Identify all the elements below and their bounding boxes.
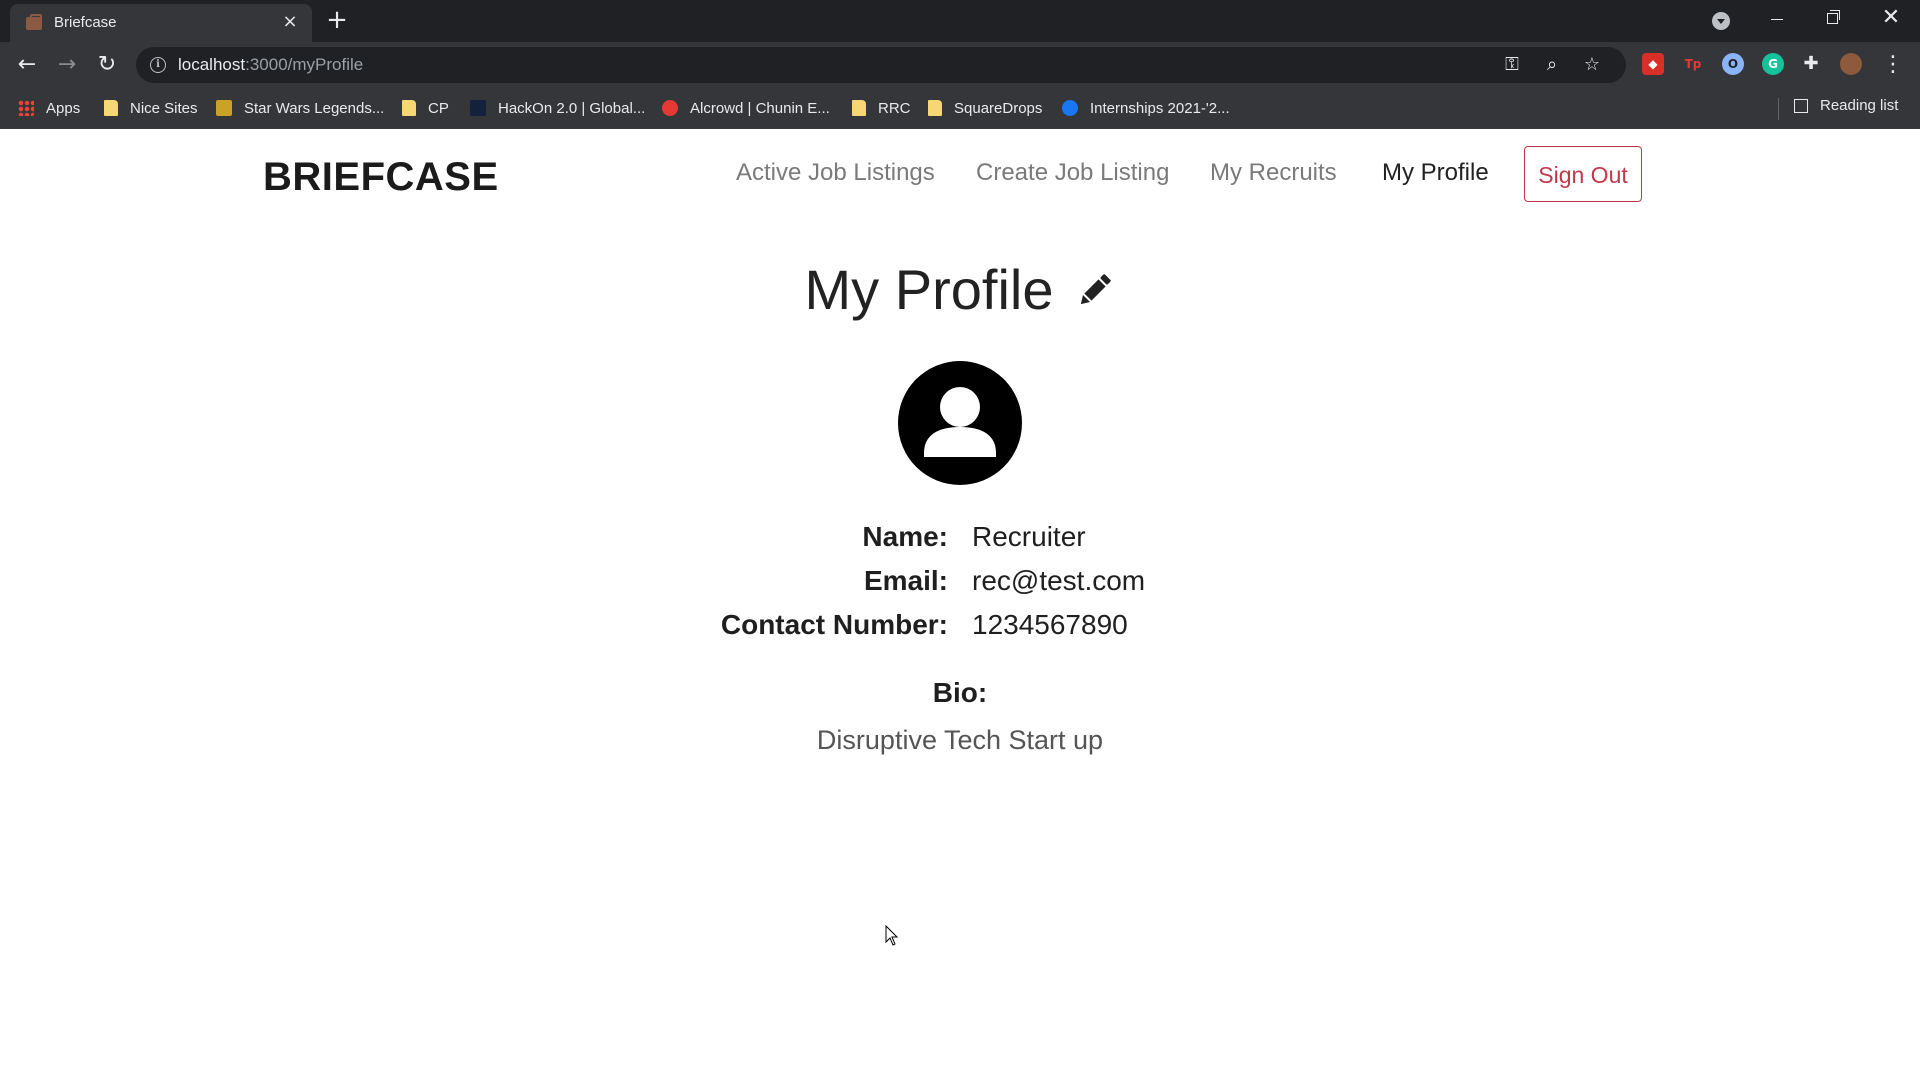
- page-content: BRIEFCASE Active Job Listings Create Job…: [0, 129, 1920, 1080]
- browser-menu-icon[interactable]: ⋮: [1880, 50, 1906, 80]
- bookmark-apps[interactable]: Apps: [18, 97, 80, 119]
- reading-list-button[interactable]: Reading list: [1794, 97, 1898, 114]
- folder-icon: [852, 100, 866, 116]
- extensions-puzzle-icon[interactable]: ✚: [1800, 53, 1822, 75]
- bookmark-label: HackOn 2.0 | Global...: [498, 99, 646, 117]
- bookmark-nice-sites[interactable]: Nice Sites: [104, 97, 198, 119]
- hackon-favicon-icon: [470, 100, 486, 116]
- facebook-icon: [1062, 100, 1078, 116]
- folder-icon: [402, 100, 416, 116]
- browser-tab-strip: Briefcase × + ✕: [0, 0, 1920, 42]
- bookmark-internships[interactable]: Internships 2021-'2...: [1062, 97, 1230, 119]
- url-host: localhost: [178, 55, 246, 74]
- bookmark-label: RRC: [878, 99, 911, 117]
- extension-tp-icon[interactable]: Tp: [1682, 53, 1704, 75]
- field-value: rec@test.com: [972, 565, 1146, 596]
- reading-list-label: Reading list: [1820, 97, 1899, 114]
- minimize-window-button[interactable]: [1762, 6, 1792, 32]
- site-info-icon[interactable]: i: [150, 57, 166, 73]
- bookmark-rrc[interactable]: RRC: [852, 97, 911, 119]
- bookmark-label: CP: [428, 99, 449, 117]
- profile-avatar-icon[interactable]: [1840, 53, 1862, 75]
- sign-out-button[interactable]: Sign Out: [1524, 146, 1642, 202]
- back-button[interactable]: ←: [12, 50, 42, 80]
- nav-my-recruits[interactable]: My Recruits: [1210, 159, 1337, 187]
- browser-toolbar: ← → ↻ i localhost:3000/myProfile ⚿ ⌕ ☆ ◆…: [0, 42, 1920, 88]
- field-label: Name:: [862, 521, 948, 552]
- address-bar[interactable]: i localhost:3000/myProfile ⚿ ⌕ ☆: [136, 47, 1626, 83]
- extension-1-icon[interactable]: ◆: [1642, 53, 1664, 75]
- mouse-cursor-icon: [885, 925, 899, 946]
- close-window-button[interactable]: ✕: [1876, 6, 1906, 32]
- reload-button[interactable]: ↻: [92, 50, 122, 80]
- key-icon[interactable]: ⚿: [1500, 53, 1524, 77]
- briefcase-favicon-icon: [26, 14, 42, 30]
- star-wars-favicon-icon: [216, 100, 232, 116]
- grammarly-icon[interactable]: G: [1762, 53, 1784, 75]
- folder-icon: [928, 100, 942, 116]
- bookmark-label: SquareDrops: [954, 99, 1043, 117]
- restore-window-button[interactable]: [1818, 6, 1848, 32]
- bookmark-star-wars[interactable]: Star Wars Legends...: [216, 97, 384, 119]
- bookmark-label: Nice Sites: [130, 99, 198, 117]
- url-path: :3000/myProfile: [245, 55, 364, 74]
- nav-create-job-listing[interactable]: Create Job Listing: [976, 159, 1169, 187]
- bookmark-squaredrops[interactable]: SquareDrops: [928, 97, 1042, 119]
- user-avatar-icon: [898, 361, 1022, 485]
- page-title: My Profile: [804, 258, 1054, 321]
- bookmark-cp[interactable]: CP: [402, 97, 449, 119]
- nav-active-job-listings[interactable]: Active Job Listings: [736, 159, 935, 187]
- profile-field-email: Email: rec@test.com: [0, 565, 1920, 605]
- url-text[interactable]: localhost:3000/myProfile: [178, 55, 363, 75]
- close-tab-icon[interactable]: ×: [280, 12, 300, 32]
- pencil-icon[interactable]: [1075, 270, 1115, 310]
- bookmark-label: Alcrowd | Chunin E...: [690, 99, 830, 117]
- tab-search-icon[interactable]: [1712, 12, 1730, 30]
- bookmark-hackon[interactable]: HackOn 2.0 | Global...: [470, 97, 645, 119]
- new-tab-button[interactable]: +: [324, 7, 350, 34]
- bio-text: Disruptive Tech Start up: [816, 725, 1104, 755]
- zoom-icon[interactable]: ⌕: [1540, 53, 1564, 77]
- bookmark-label: Star Wars Legends...: [244, 99, 385, 117]
- bookmarks-divider: [1778, 98, 1779, 120]
- page-title-row: My Profile: [0, 257, 1920, 322]
- profile-field-contact-number: Contact Number: 1234567890: [0, 609, 1920, 649]
- field-label: Contact Number:: [720, 609, 948, 640]
- browser-tab[interactable]: Briefcase ×: [10, 4, 312, 42]
- tab-title: Briefcase: [54, 14, 117, 31]
- bookmark-star-icon[interactable]: ☆: [1580, 53, 1604, 77]
- reading-list-icon: [1794, 98, 1808, 113]
- bookmark-label: Internships 2021-'2...: [1090, 99, 1230, 117]
- bookmark-label: Apps: [46, 99, 81, 117]
- field-value: 1234567890: [972, 609, 1128, 640]
- bookmark-aicrowd[interactable]: Alcrowd | Chunin E...: [662, 97, 830, 119]
- bio-label: Bio:: [932, 677, 988, 708]
- field-label: Email:: [863, 565, 948, 596]
- aicrowd-favicon-icon: [662, 100, 678, 116]
- profile-field-name: Name: Recruiter: [0, 521, 1920, 561]
- forward-button[interactable]: →: [52, 50, 82, 80]
- nav-my-profile[interactable]: My Profile: [1382, 159, 1489, 187]
- extension-circle-icon[interactable]: O: [1722, 53, 1744, 75]
- bookmarks-bar: Apps Nice Sites Star Wars Legends... CP …: [0, 88, 1920, 130]
- apps-grid-icon: [18, 100, 34, 116]
- folder-icon: [104, 100, 118, 116]
- field-value: Recruiter: [972, 521, 1086, 552]
- brand-logo[interactable]: BRIEFCASE: [263, 155, 499, 200]
